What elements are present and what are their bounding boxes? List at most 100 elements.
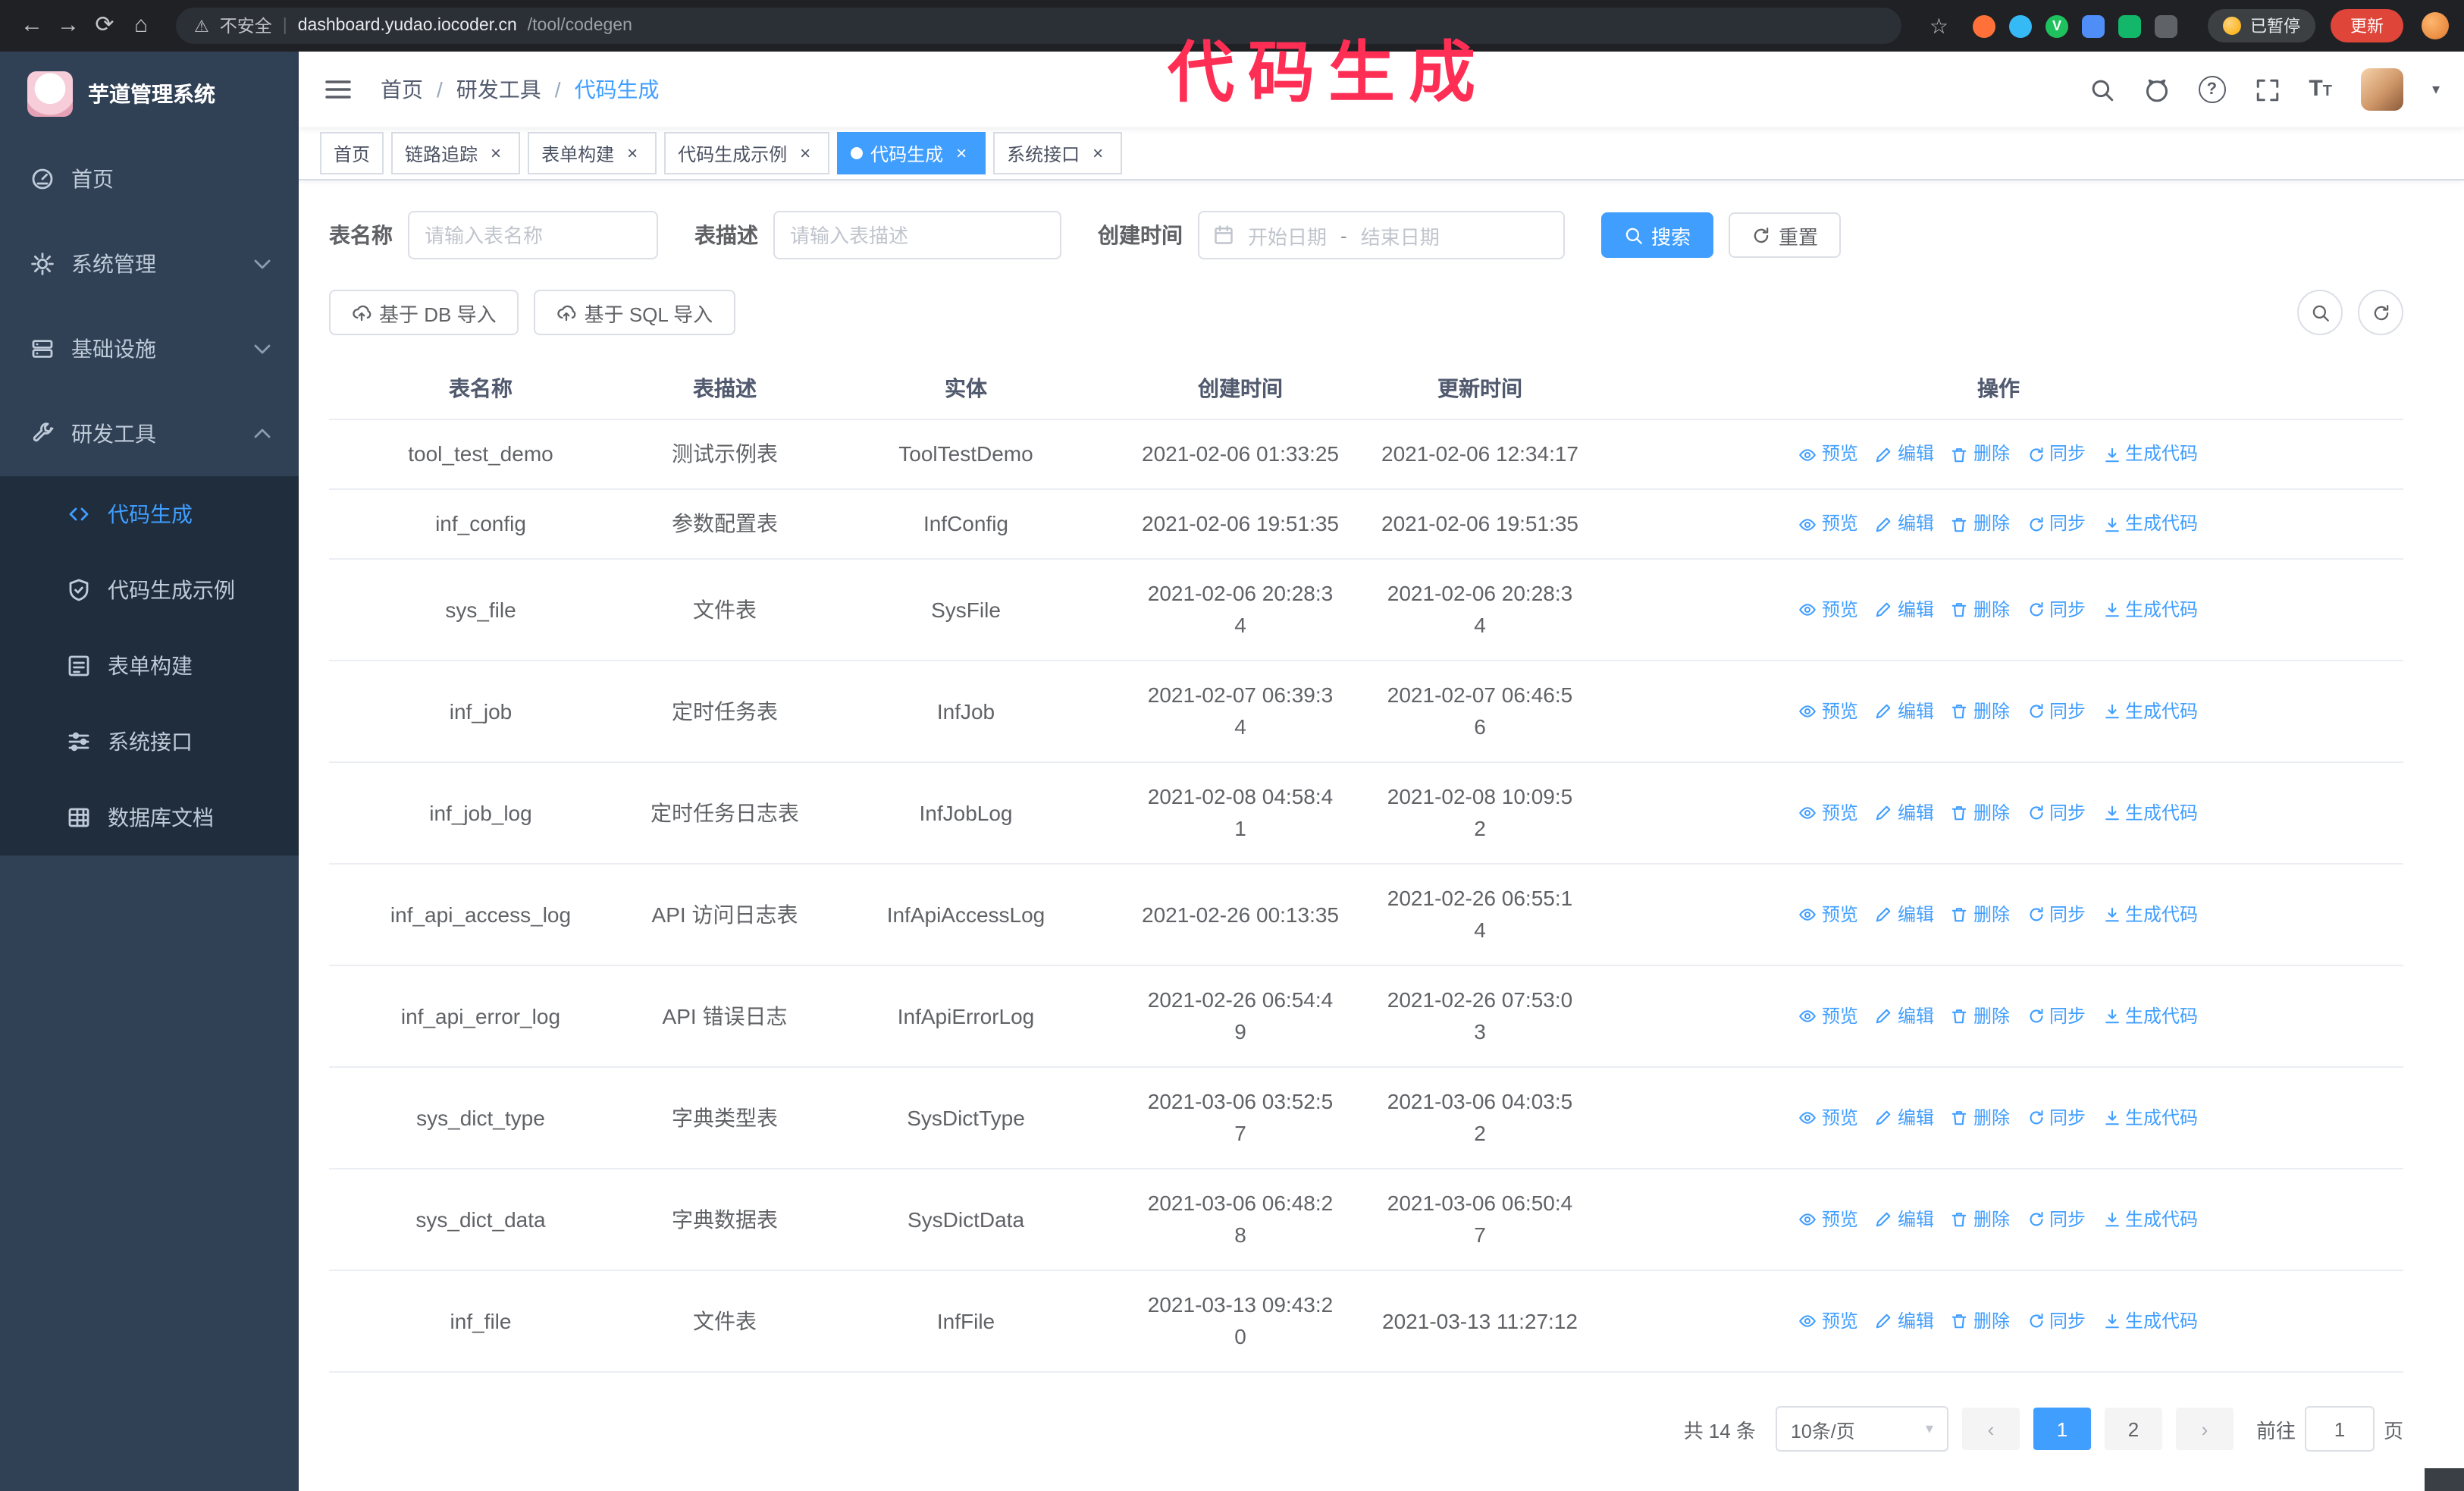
browser-profile-avatar[interactable] — [2422, 12, 2449, 39]
delete-link[interactable]: 删除 — [1951, 594, 2010, 626]
extension-puzzle-icon[interactable] — [2155, 14, 2177, 37]
tab-system-api[interactable]: 系统接口 × — [993, 132, 1123, 174]
generate-code-link[interactable]: 生成代码 — [2102, 1305, 2198, 1337]
reset-button[interactable]: 重置 — [1729, 212, 1842, 258]
generate-code-link[interactable]: 生成代码 — [2102, 1102, 2198, 1134]
hamburger-icon[interactable] — [323, 74, 353, 105]
edit-link[interactable]: 编辑 — [1875, 508, 1934, 540]
app-logo[interactable]: 芋道管理系统 — [0, 52, 299, 137]
edit-link[interactable]: 编辑 — [1875, 1204, 1934, 1235]
next-page-button[interactable]: › — [2175, 1408, 2234, 1450]
bookmark-star-icon[interactable]: ☆ — [1930, 13, 1948, 39]
preview-link[interactable]: 预览 — [1799, 899, 1858, 931]
security-label[interactable]: 不安全 — [220, 14, 272, 38]
tab-codegen-example[interactable]: 代码生成示例 × — [664, 132, 830, 174]
help-icon[interactable]: ? — [2198, 76, 2226, 103]
sync-link[interactable]: 同步 — [2027, 508, 2086, 540]
generate-code-link[interactable]: 生成代码 — [2102, 1204, 2198, 1235]
avatar-caret-icon[interactable]: ▾ — [2432, 81, 2440, 98]
breadcrumb-devtools[interactable]: 研发工具 — [456, 74, 541, 105]
delete-link[interactable]: 删除 — [1951, 1000, 2010, 1032]
extension-icon-3[interactable]: V — [2045, 14, 2068, 37]
generate-code-link[interactable]: 生成代码 — [2102, 797, 2198, 829]
sync-link[interactable]: 同步 — [2027, 1204, 2086, 1235]
tab-trace[interactable]: 链路追踪 × — [391, 132, 521, 174]
edit-link[interactable]: 编辑 — [1875, 899, 1934, 931]
page-button-1[interactable]: 1 — [2033, 1408, 2091, 1450]
preview-link[interactable]: 预览 — [1799, 695, 1858, 727]
sync-link[interactable]: 同步 — [2027, 695, 2086, 727]
sidebar-item-devtools[interactable]: 研发工具 — [0, 391, 299, 476]
delete-link[interactable]: 删除 — [1951, 797, 2010, 829]
generate-code-link[interactable]: 生成代码 — [2102, 438, 2198, 470]
sync-link[interactable]: 同步 — [2027, 1000, 2086, 1032]
close-icon[interactable]: × — [622, 143, 643, 164]
page-button-2[interactable]: 2 — [2104, 1408, 2162, 1450]
edit-link[interactable]: 编辑 — [1875, 1305, 1934, 1337]
browser-update-button[interactable]: 更新 — [2331, 9, 2403, 42]
preview-link[interactable]: 预览 — [1799, 1000, 1858, 1032]
preview-link[interactable]: 预览 — [1799, 1305, 1858, 1337]
generate-code-link[interactable]: 生成代码 — [2102, 1000, 2198, 1032]
search-icon[interactable] — [2089, 77, 2114, 102]
delete-link[interactable]: 删除 — [1951, 695, 2010, 727]
table-name-input[interactable] — [408, 211, 658, 259]
edit-link[interactable]: 编辑 — [1875, 594, 1934, 626]
github-icon[interactable] — [2143, 77, 2169, 102]
preview-link[interactable]: 预览 — [1799, 1204, 1858, 1235]
sync-link[interactable]: 同步 — [2027, 594, 2086, 626]
generate-code-link[interactable]: 生成代码 — [2102, 695, 2198, 727]
sync-link[interactable]: 同步 — [2027, 899, 2086, 931]
generate-code-link[interactable]: 生成代码 — [2102, 594, 2198, 626]
browser-forward-icon[interactable]: → — [52, 0, 85, 52]
sidebar-item-db-doc[interactable]: 数据库文档 — [0, 780, 299, 855]
generate-code-link[interactable]: 生成代码 — [2102, 508, 2198, 540]
preview-link[interactable]: 预览 — [1799, 594, 1858, 626]
delete-link[interactable]: 删除 — [1951, 899, 2010, 931]
close-icon[interactable]: × — [485, 143, 506, 164]
import-db-button[interactable]: 基于 DB 导入 — [329, 290, 519, 335]
delete-link[interactable]: 删除 — [1951, 508, 2010, 540]
extension-icon-1[interactable] — [1973, 14, 1995, 37]
sidebar-item-codegen[interactable]: 代码生成 — [0, 476, 299, 552]
font-size-icon[interactable]: T T — [2309, 77, 2332, 100]
delete-link[interactable]: 删除 — [1951, 1204, 2010, 1235]
browser-back-icon[interactable]: ← — [15, 0, 49, 52]
goto-page-input[interactable] — [2304, 1406, 2375, 1452]
search-button[interactable]: 搜索 — [1601, 212, 1714, 258]
sidebar-item-form-builder[interactable]: 表单构建 — [0, 628, 299, 704]
tab-home[interactable]: 首页 — [320, 132, 384, 174]
import-sql-button[interactable]: 基于 SQL 导入 — [534, 290, 736, 335]
delete-link[interactable]: 删除 — [1951, 438, 2010, 470]
preview-link[interactable]: 预览 — [1799, 1102, 1858, 1134]
edit-link[interactable]: 编辑 — [1875, 438, 1934, 470]
date-range-picker[interactable]: 开始日期 - 结束日期 — [1198, 211, 1565, 259]
sidebar-item-system-api[interactable]: 系统接口 — [0, 704, 299, 780]
edit-link[interactable]: 编辑 — [1875, 797, 1934, 829]
sidebar-item-system[interactable]: 系统管理 — [0, 221, 299, 306]
browser-home-icon[interactable]: ⌂ — [124, 0, 158, 52]
close-icon[interactable]: × — [795, 143, 816, 164]
extension-icon-5[interactable] — [2118, 14, 2141, 37]
browser-reload-icon[interactable]: ⟳ — [88, 0, 121, 52]
refresh-table-button[interactable] — [2358, 290, 2403, 335]
breadcrumb-home[interactable]: 首页 — [381, 74, 423, 105]
edit-link[interactable]: 编辑 — [1875, 1102, 1934, 1134]
sync-link[interactable]: 同步 — [2027, 438, 2086, 470]
user-avatar[interactable] — [2360, 68, 2403, 111]
generate-code-link[interactable]: 生成代码 — [2102, 899, 2198, 931]
sync-link[interactable]: 同步 — [2027, 797, 2086, 829]
edit-link[interactable]: 编辑 — [1875, 695, 1934, 727]
sync-link[interactable]: 同步 — [2027, 1102, 2086, 1134]
preview-link[interactable]: 预览 — [1799, 508, 1858, 540]
close-icon[interactable]: × — [1087, 143, 1108, 164]
close-icon[interactable]: × — [951, 143, 972, 164]
sidebar-item-codegen-example[interactable]: 代码生成示例 — [0, 552, 299, 628]
extension-icon-4[interactable] — [2082, 14, 2105, 37]
sidebar-item-infra[interactable]: 基础设施 — [0, 306, 299, 391]
table-desc-input[interactable] — [773, 211, 1061, 259]
fullscreen-icon[interactable] — [2254, 77, 2280, 102]
tab-codegen[interactable]: 代码生成 × — [837, 132, 986, 174]
toggle-search-button[interactable] — [2297, 290, 2343, 335]
address-bar[interactable]: ⚠ 不安全 | dashboard.yudao.iocoder.cn /tool… — [176, 8, 1902, 44]
